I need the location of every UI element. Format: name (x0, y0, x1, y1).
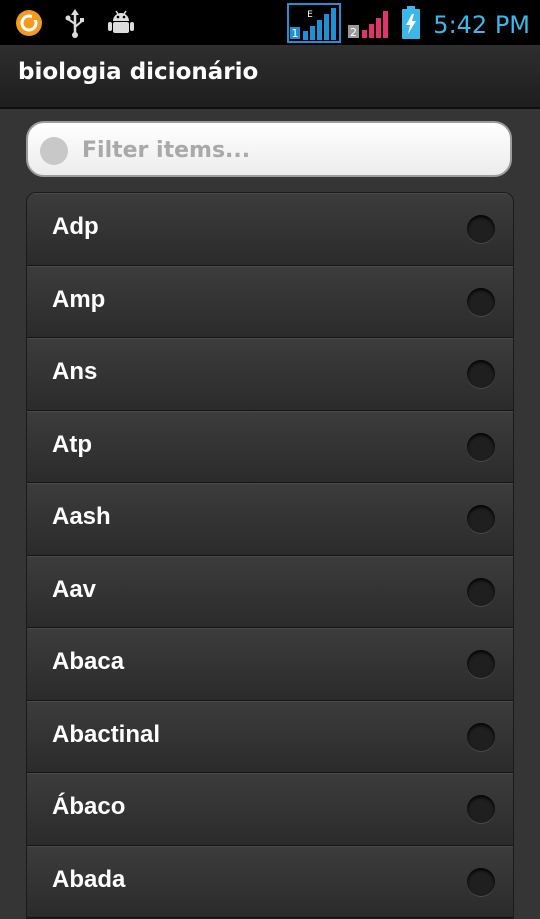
title-bar: biologia dicionário (0, 45, 540, 109)
android-debug-icon (106, 8, 136, 42)
sim2-number: 2 (350, 26, 357, 39)
radio-button[interactable] (467, 505, 495, 533)
notification-icon (14, 8, 44, 42)
status-clock: 5:42 PM (433, 11, 530, 39)
radio-button[interactable] (467, 867, 495, 896)
list-item-label: Adp (52, 213, 99, 240)
status-bar: 1 E 2 5:42 PM (0, 0, 540, 45)
battery-charging-icon (401, 5, 421, 45)
radio-button[interactable] (467, 287, 495, 316)
list-item-label: Abactinal (52, 720, 161, 748)
list-item-label: Atp (52, 430, 92, 458)
filter-dot-icon (40, 137, 68, 165)
status-left-icons (14, 8, 136, 42)
usb-icon (64, 8, 86, 42)
radio-button[interactable] (467, 795, 495, 823)
sim2-signal-icon: 2 (347, 5, 395, 45)
list-item[interactable]: Adp (27, 193, 513, 266)
app-title: biologia dicionário (18, 59, 259, 85)
list-item-label: Amp (52, 285, 106, 313)
radio-button[interactable] (467, 432, 495, 461)
list-item[interactable]: Ábaco (27, 773, 513, 846)
sim1-signal-icon: 1 E (287, 3, 342, 47)
list-item[interactable]: Abaca (27, 628, 513, 701)
radio-button[interactable] (467, 722, 495, 751)
list-item-label: Aash (52, 503, 111, 530)
sim1-number: 1 (292, 27, 299, 40)
filter-input[interactable] (80, 131, 504, 169)
list-item[interactable]: Abada (27, 845, 513, 918)
list-item[interactable]: Abactinal (27, 700, 513, 773)
filter-box (26, 121, 512, 177)
status-right-icons: 1 E 2 5:42 PM (287, 3, 530, 47)
radio-button[interactable] (467, 360, 495, 388)
list-item-label: Aav (52, 575, 97, 603)
item-list: Adp Amp Ans Atp Aash Aav Abaca Abactinal Ábaco Ab… (26, 192, 514, 919)
radio-button[interactable] (467, 577, 495, 606)
list-item[interactable]: Aav (27, 555, 513, 628)
radio-button[interactable] (467, 650, 495, 678)
sim1-network-type: E (307, 10, 313, 20)
list-item-label: Abaca (52, 648, 125, 675)
list-item[interactable]: Ans (27, 338, 513, 411)
list-item[interactable]: Amp (27, 265, 513, 338)
main-content: Adp Amp Ans Atp Aash Aav Abaca Abactinal Ábaco Ab… (0, 109, 540, 919)
list-item[interactable]: Aash (27, 483, 513, 556)
list-item[interactable]: Atp (27, 410, 513, 483)
list-item-label: Ábaco (52, 793, 126, 820)
list-item-label: Abada (52, 865, 126, 893)
list-item-label: Ans (52, 358, 98, 385)
radio-button[interactable] (467, 215, 495, 243)
